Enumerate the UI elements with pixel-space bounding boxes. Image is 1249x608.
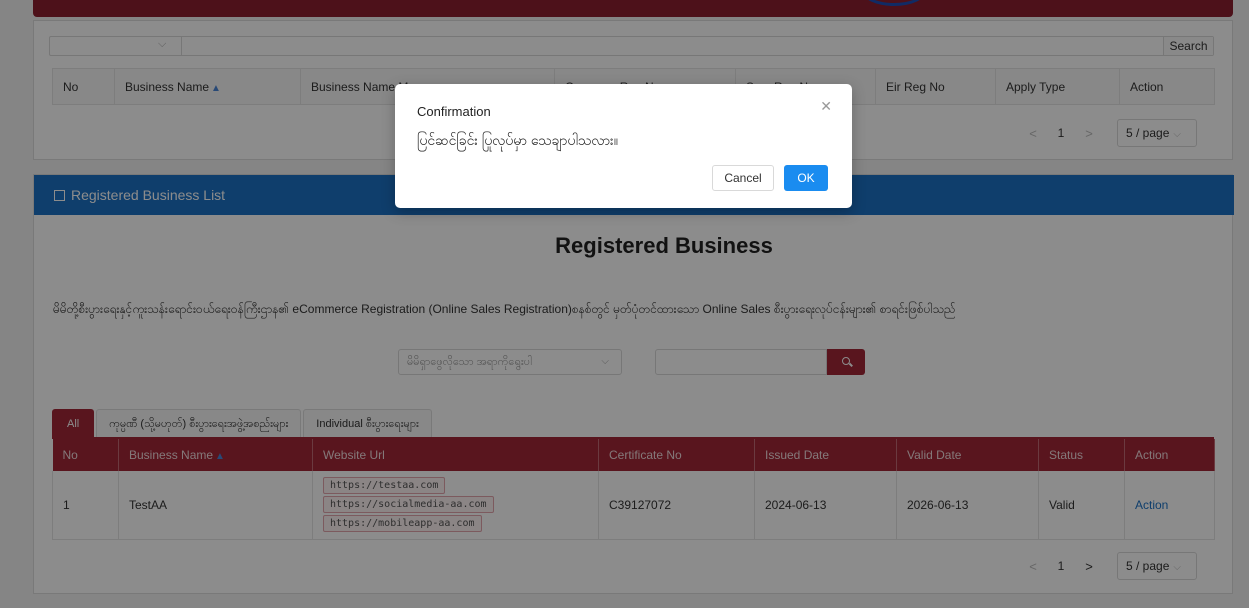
page: ⌵ Search No Business Name ▲ Business Name…	[0, 0, 1249, 608]
cancel-button[interactable]: Cancel	[712, 165, 774, 191]
confirmation-dialog: Confirmation ✕ ပြင်ဆင်ခြင်း ပြုလုပ်မှာ သ…	[395, 84, 852, 208]
close-icon[interactable]: ✕	[820, 98, 832, 115]
dialog-title: Confirmation	[417, 104, 491, 119]
dialog-message: ပြင်ဆင်ခြင်း ပြုလုပ်မှာ သေချာပါသလား။	[417, 132, 618, 148]
ok-button[interactable]: OK	[784, 165, 828, 191]
